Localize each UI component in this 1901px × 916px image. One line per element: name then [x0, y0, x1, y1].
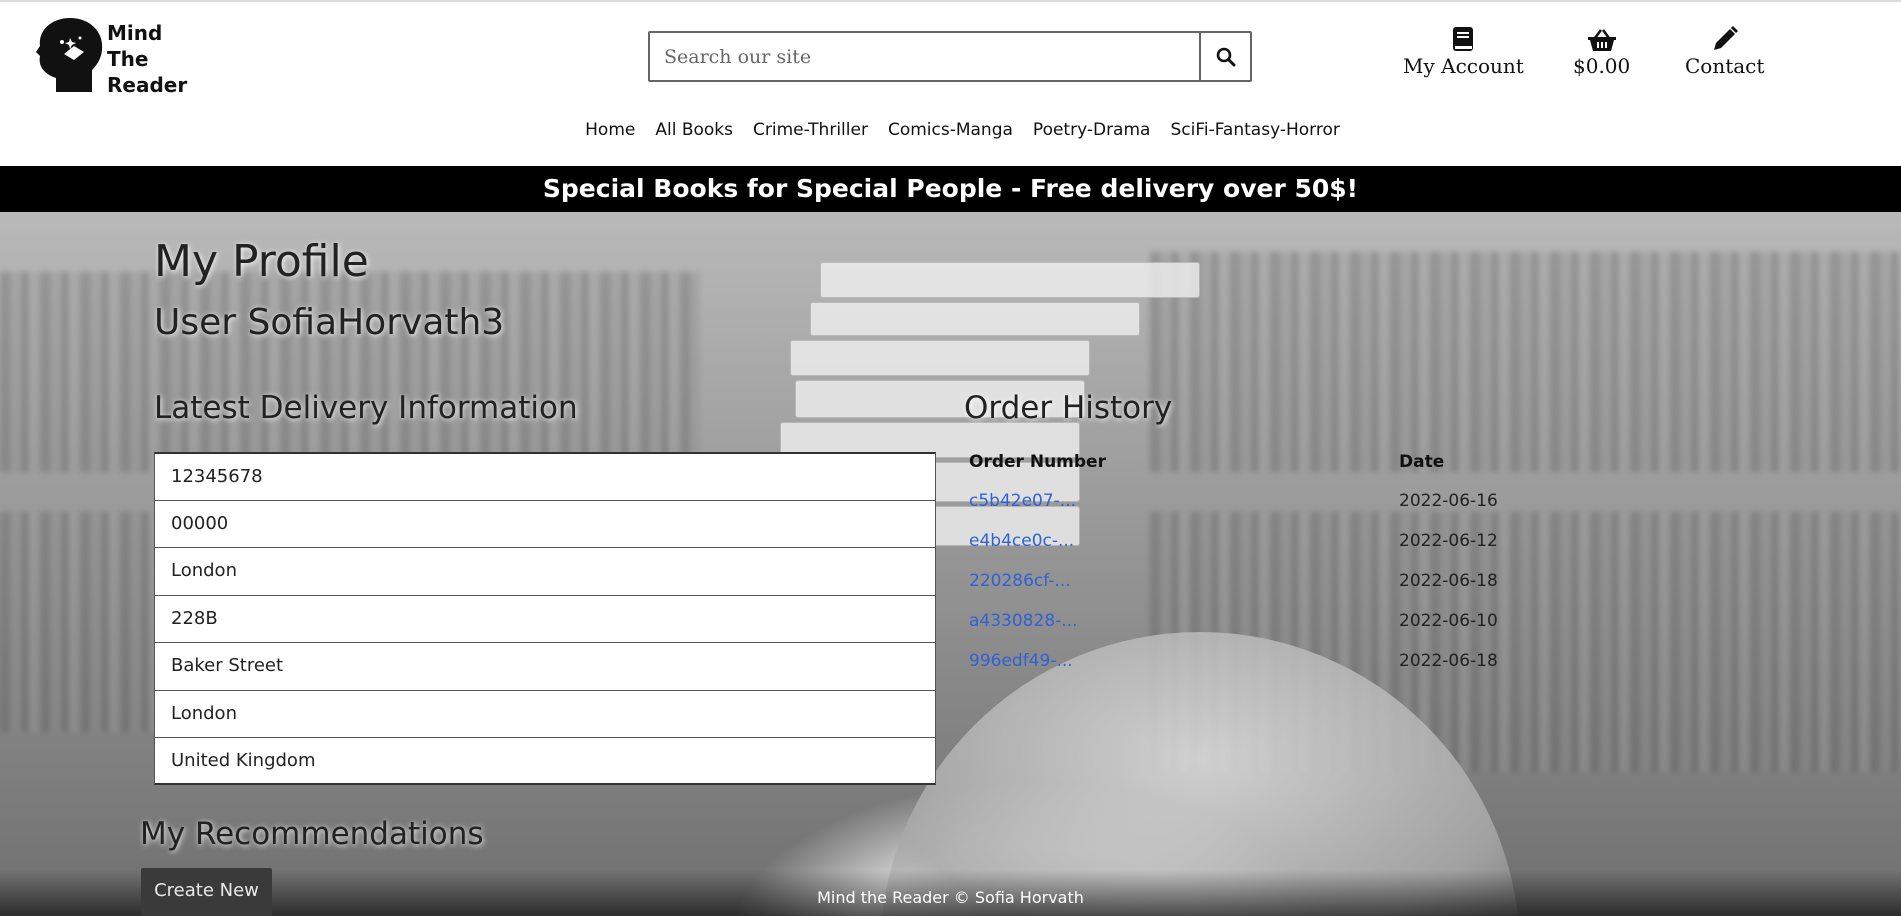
search-input[interactable] — [650, 33, 1199, 80]
footer-copyright: Mind the Reader © Sofia Horvath — [817, 888, 1084, 907]
book-stack-image — [820, 262, 1200, 298]
nav-home[interactable]: Home — [585, 120, 635, 140]
table-row: 996edf49-... 2022-06-18 — [964, 651, 1564, 691]
order-number-link[interactable]: a4330828-... — [969, 611, 1077, 631]
username-heading: User SofiaHorvath3 — [154, 302, 505, 343]
nav-poetry-drama[interactable]: Poetry-Drama — [1033, 120, 1151, 140]
order-number-link[interactable]: e4b4ce0c-... — [969, 531, 1074, 551]
promo-banner: Special Books for Special People - Free … — [0, 166, 1901, 212]
page-title: My Profile — [154, 236, 369, 287]
logo-line-2: The — [107, 47, 149, 71]
nav-scifi-fantasy-horror[interactable]: SciFi-Fantasy-Horror — [1170, 120, 1339, 140]
logo-line-1: Mind — [107, 21, 163, 45]
site-header: Mind The Reader My Account — [0, 2, 1901, 166]
footer: Mind the Reader © Sofia Horvath — [0, 870, 1901, 916]
logo[interactable]: Mind The Reader — [34, 16, 194, 98]
search-bar — [648, 31, 1252, 82]
nav-crime-thriller[interactable]: Crime-Thriller — [753, 120, 868, 140]
order-number-header: Order Number — [969, 452, 1106, 472]
my-account-label: My Account — [1403, 54, 1524, 78]
country-field[interactable]: United Kingdom — [154, 737, 936, 785]
delivery-heading: Latest Delivery Information — [154, 390, 578, 426]
logo-text: Mind The Reader — [107, 20, 187, 98]
table-row: 220286cf-... 2022-06-18 — [964, 571, 1564, 611]
contact-link[interactable]: Contact — [1685, 22, 1764, 78]
basket-total: $0.00 — [1573, 54, 1631, 78]
pencil-icon — [1713, 26, 1738, 50]
street-address2-field[interactable]: Baker Street — [154, 642, 936, 690]
order-number-link[interactable]: 220286cf-... — [969, 571, 1071, 591]
order-date: 2022-06-18 — [1399, 571, 1498, 591]
town-city-field[interactable]: London — [154, 547, 936, 595]
basket-link[interactable]: $0.00 — [1573, 22, 1630, 78]
book-stack-image — [790, 340, 1090, 376]
recommendations-heading: My Recommendations — [140, 816, 484, 852]
street-address1-field[interactable]: 228B — [154, 594, 936, 642]
bookshelf-bg — [1150, 252, 1901, 472]
book-stack-image — [810, 302, 1140, 336]
phone-number-field[interactable]: 12345678 — [154, 452, 936, 500]
search-icon — [1216, 47, 1235, 66]
nav-all-books[interactable]: All Books — [655, 120, 733, 140]
search-button[interactable] — [1199, 33, 1250, 80]
order-date: 2022-06-16 — [1399, 491, 1498, 511]
order-date: 2022-06-10 — [1399, 611, 1498, 631]
book-icon — [1453, 27, 1474, 51]
table-row: c5b42e07-... 2022-06-16 — [964, 491, 1564, 531]
delivery-info-list: 12345678 00000 London 228B Baker Street … — [154, 452, 936, 785]
my-account-link[interactable]: My Account — [1403, 22, 1524, 78]
main-nav: Home All Books Crime-Thriller Comics-Man… — [0, 120, 1901, 140]
order-date: 2022-06-12 — [1399, 531, 1498, 551]
order-date: 2022-06-18 — [1399, 651, 1498, 671]
basket-icon — [1587, 29, 1616, 51]
contact-label: Contact — [1685, 54, 1765, 78]
create-new-button[interactable]: Create New — [141, 868, 272, 916]
nav-comics-manga[interactable]: Comics-Manga — [888, 120, 1013, 140]
postcode-field[interactable]: 00000 — [154, 499, 936, 547]
order-number-link[interactable]: 996edf49-... — [969, 651, 1073, 671]
order-history-heading: Order History — [964, 390, 1173, 426]
order-number-link[interactable]: c5b42e07-... — [969, 491, 1076, 511]
table-row: a4330828-... 2022-06-10 — [964, 611, 1564, 651]
logo-line-3: Reader — [107, 73, 188, 97]
table-row: e4b4ce0c-... 2022-06-12 — [964, 531, 1564, 571]
head-logo-icon — [36, 18, 103, 92]
county-field[interactable]: London — [154, 689, 936, 737]
date-header: Date — [1399, 452, 1445, 472]
